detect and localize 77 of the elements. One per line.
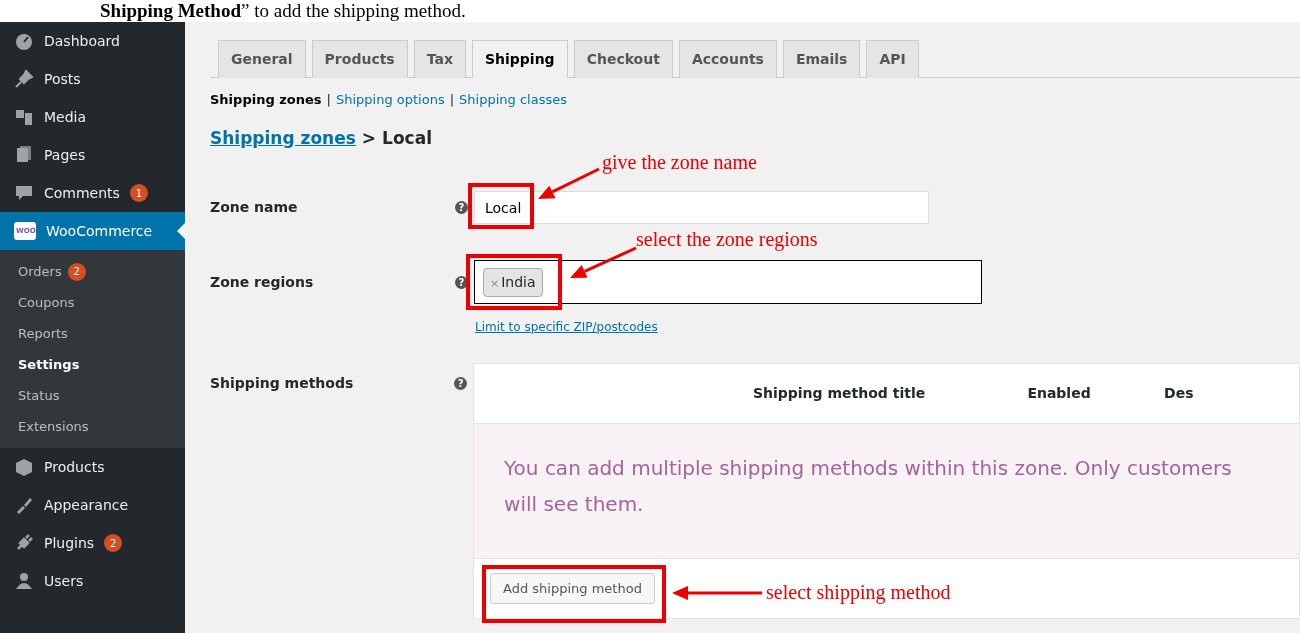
empty-state-text: You can add multiple shipping methods within this zone. Only customers [504, 454, 1233, 482]
column-header: Des [1164, 383, 1195, 403]
sidebar-item[interactable]: Products [0, 448, 185, 486]
field-label: Zone name [210, 198, 299, 217]
breadcrumb-separator: > [361, 126, 377, 150]
box-icon [14, 457, 34, 477]
menu-label: Orders [18, 262, 62, 281]
menu-label: Plugins [44, 533, 95, 553]
menu-label: Comments [44, 183, 120, 203]
sidebar-item[interactable]: Media [0, 98, 185, 136]
add-shipping-method-button[interactable]: Add shipping method [490, 572, 655, 604]
help-icon[interactable]: ? [455, 201, 468, 214]
menu-label: Dashboard [44, 31, 120, 51]
sidebar-item[interactable]: Pages [0, 136, 185, 174]
field-label: Shipping methods [210, 373, 355, 393]
submenu-item[interactable]: Coupons [0, 287, 185, 318]
user-icon [14, 571, 34, 591]
settings-tab[interactable]: Emails [782, 40, 861, 78]
column-header: Shipping method title [751, 383, 927, 403]
menu-label: Status [18, 386, 60, 405]
gauge-icon [14, 31, 34, 51]
menu-label: Posts [44, 69, 81, 89]
help-icon[interactable]: ? [454, 376, 468, 390]
menu-label: Pages [44, 145, 86, 165]
count-badge: 2 [67, 262, 86, 281]
section-link[interactable]: Shipping classes [459, 90, 567, 110]
annotation-text: select shipping method [766, 579, 951, 606]
postcode-link[interactable]: Limit to specific ZIP/postcodes [475, 318, 658, 336]
menu-label: Users [44, 571, 84, 591]
count-badge: 2 [104, 534, 123, 552]
menu-label: WooCommerce [46, 221, 153, 241]
sidebar-item[interactable]: Comments 1 [0, 174, 185, 212]
annotation-text: give the zone name [602, 150, 757, 176]
menu-label: Reports [18, 324, 68, 343]
sidebar-item[interactable]: Plugins 2 [0, 524, 185, 562]
settings-tab[interactable]: Tax [413, 40, 466, 78]
breadcrumb-current: Local [382, 126, 432, 150]
field-label: Zone regions [210, 272, 315, 292]
settings-tab[interactable]: Accounts [678, 40, 777, 78]
count-badge: 1 [129, 184, 148, 202]
menu-label: Media [44, 107, 87, 127]
submenu-item[interactable]: Reports [0, 318, 185, 349]
zone-regions-field[interactable]: ×India [474, 260, 982, 304]
speech-bubble-icon [14, 183, 34, 203]
pin-icon [14, 69, 34, 89]
current-section-text[interactable]: Shipping zones [210, 90, 322, 110]
menu-label: Settings [18, 355, 80, 374]
submenu-item[interactable]: Status [0, 380, 185, 411]
submenu-item[interactable]: Settings [0, 349, 185, 380]
menu-label: Extensions [18, 417, 89, 436]
zone-name-field[interactable]: Local [474, 191, 929, 224]
sidebar-item[interactable]: Posts [0, 60, 185, 98]
sidebar-item[interactable]: Appearance [0, 486, 185, 524]
settings-tab[interactable]: Products [311, 40, 408, 78]
breadcrumb-link[interactable]: Shipping zones [210, 125, 356, 151]
annotation-text: select the zone regions [636, 227, 818, 253]
submenu-item[interactable]: Extensions [0, 411, 185, 442]
menu-label: Appearance [44, 495, 129, 515]
sidebar-item[interactable]: Users [0, 562, 185, 600]
settings-tab[interactable]: API [866, 40, 919, 78]
separator-text: | [449, 91, 455, 109]
column-header: Enabled [1026, 383, 1092, 403]
separator-text: | [326, 91, 331, 109]
sidebar-item[interactable]: Dashboard [0, 22, 185, 60]
menu-label: Coupons [18, 293, 75, 312]
menu-label: Products [44, 457, 105, 477]
highlight-frame [468, 183, 534, 229]
settings-tab[interactable]: General [218, 40, 306, 78]
settings-tab[interactable]: Shipping [471, 40, 568, 78]
section-link[interactable]: Shipping options [335, 90, 445, 110]
submenu-item[interactable]: Orders 2 [0, 256, 185, 287]
pages-icon [14, 145, 34, 165]
settings-tab[interactable]: Checkout [573, 40, 673, 78]
caption-text: Shipping Method” to add the shipping method. [99, 0, 467, 22]
empty-state-text: will see them. [504, 490, 645, 518]
tag-label: India [501, 273, 536, 290]
media-icon [14, 107, 34, 127]
